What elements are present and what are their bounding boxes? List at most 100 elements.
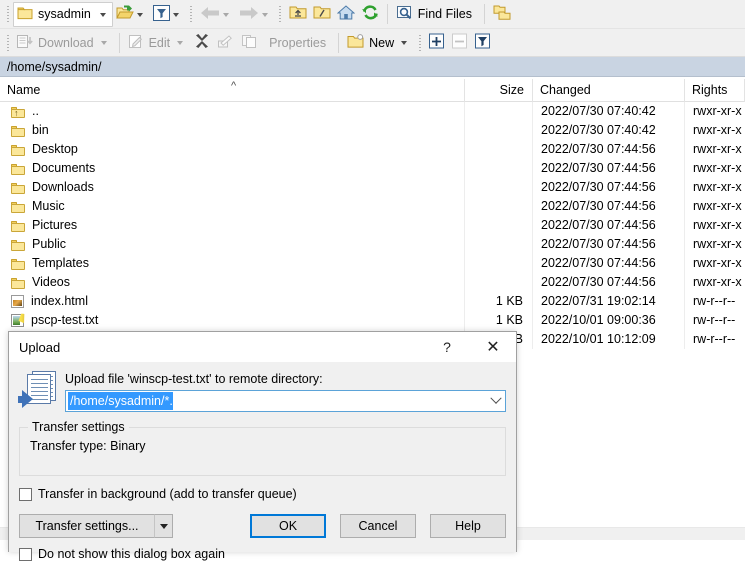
select-add-button[interactable]: [425, 31, 448, 54]
transfer-settings-split-button[interactable]: Transfer settings...: [19, 514, 173, 538]
folder-icon: [11, 258, 25, 270]
file-name-cell[interactable]: Desktop: [0, 140, 465, 159]
upload-prompt-label: Upload file 'winscp-test.txt' to remote …: [65, 372, 506, 386]
file-name-cell[interactable]: Pictures: [0, 216, 465, 235]
parent-directory-button[interactable]: [286, 3, 310, 26]
forward-button[interactable]: [236, 3, 275, 26]
folder-icon: [11, 239, 25, 251]
table-row[interactable]: Downloads2022/07/30 07:44:56rwxr-xr-x: [0, 178, 745, 197]
chevron-down-icon[interactable]: [486, 391, 505, 411]
chevron-down-icon[interactable]: [262, 13, 268, 17]
chevron-down-icon[interactable]: [100, 13, 106, 17]
file-name-cell[interactable]: Music: [0, 197, 465, 216]
file-name-cell[interactable]: Videos: [0, 273, 465, 292]
file-changed-cell: 2022/07/30 07:40:42: [533, 121, 685, 140]
table-row[interactable]: ↑..2022/07/30 07:40:42rwxr-xr-x: [0, 102, 745, 121]
filter-icon: [153, 5, 170, 24]
chevron-down-icon[interactable]: [154, 514, 173, 538]
chevron-down-icon[interactable]: [401, 41, 407, 45]
table-row[interactable]: pscp-test.txt1 KB2022/10/01 09:00:36rw-r…: [0, 311, 745, 330]
table-row[interactable]: Templates2022/07/30 07:44:56rwxr-xr-x: [0, 254, 745, 273]
transfer-background-row[interactable]: Transfer in background (add to transfer …: [19, 487, 506, 501]
filter-button[interactable]: [150, 3, 186, 26]
properties-button[interactable]: Properties: [262, 31, 333, 54]
toolbar-grip-3[interactable]: [277, 5, 284, 23]
cancel-button[interactable]: Cancel: [340, 514, 416, 538]
help-button[interactable]: Help: [430, 514, 506, 538]
search-icon: [396, 5, 414, 24]
toolbar-grip-2[interactable]: [188, 5, 195, 23]
back-arrow-icon: [200, 6, 220, 23]
help-icon[interactable]: ?: [424, 333, 470, 362]
dont-show-again-row[interactable]: Do not show this dialog box again: [19, 547, 506, 561]
remote-directory-combo[interactable]: /home/sysadmin/*.*: [65, 390, 506, 412]
file-changed-cell: 2022/07/30 07:44:56: [533, 178, 685, 197]
ok-button[interactable]: OK: [250, 514, 326, 538]
file-name-cell[interactable]: Documents: [0, 159, 465, 178]
file-rights-cell: rw-r--r--: [685, 330, 745, 349]
transfer-background-checkbox[interactable]: [19, 488, 32, 501]
open-directory-button[interactable]: [310, 3, 334, 26]
toolbar-grip-5[interactable]: [416, 34, 423, 52]
file-name-cell[interactable]: ↑..: [0, 102, 465, 121]
toolbar-grip[interactable]: [4, 5, 11, 23]
transfer-settings-button[interactable]: Transfer settings...: [19, 514, 154, 538]
table-row[interactable]: Desktop2022/07/30 07:44:56rwxr-xr-x: [0, 140, 745, 159]
column-header-size[interactable]: Size: [465, 79, 533, 102]
file-name-cell[interactable]: Public: [0, 235, 465, 254]
file-name-cell[interactable]: Downloads: [0, 178, 465, 197]
select-remove-button[interactable]: [448, 31, 471, 54]
file-size-cell: [465, 102, 533, 121]
select-mask-button[interactable]: [471, 31, 494, 54]
synchronize-browsing-button[interactable]: [490, 3, 514, 26]
refresh-button[interactable]: [358, 3, 382, 26]
table-row[interactable]: Documents2022/07/30 07:44:56rwxr-xr-x: [0, 159, 745, 178]
file-name-cell[interactable]: Templates: [0, 254, 465, 273]
delete-button[interactable]: [190, 31, 214, 54]
home-directory-button[interactable]: [334, 3, 358, 26]
close-icon[interactable]: ✕: [470, 333, 516, 362]
file-size-cell: [465, 235, 533, 254]
open-folder-icon: [116, 5, 134, 23]
column-header-name[interactable]: Name ^: [0, 79, 465, 102]
file-name-cell[interactable]: index.html: [0, 292, 465, 311]
table-row[interactable]: Pictures2022/07/30 07:44:56rwxr-xr-x: [0, 216, 745, 235]
transfer-settings-legend: Transfer settings: [28, 420, 129, 434]
rename-button[interactable]: [214, 31, 238, 54]
open-session-button[interactable]: [113, 3, 150, 26]
remote-directory-input[interactable]: /home/sysadmin/*.*: [68, 392, 173, 410]
file-name-cell[interactable]: bin: [0, 121, 465, 140]
find-files-button[interactable]: Find Files: [393, 3, 479, 26]
table-row[interactable]: Music2022/07/30 07:44:56rwxr-xr-x: [0, 197, 745, 216]
file-changed-cell: 2022/07/30 07:40:42: [533, 102, 685, 121]
toolbar-grip-4[interactable]: [4, 34, 11, 52]
transfer-background-label: Transfer in background (add to transfer …: [38, 487, 297, 501]
file-name-cell[interactable]: pscp-test.txt: [0, 311, 465, 330]
table-row[interactable]: bin2022/07/30 07:40:42rwxr-xr-x: [0, 121, 745, 140]
back-button[interactable]: [197, 3, 236, 26]
session-combo[interactable]: sysadmin: [13, 2, 113, 27]
table-row[interactable]: Public2022/07/30 07:44:56rwxr-xr-x: [0, 235, 745, 254]
folder-icon: [11, 220, 25, 232]
remote-path-bar[interactable]: /home/sysadmin/: [0, 57, 745, 77]
chevron-down-icon[interactable]: [223, 13, 229, 17]
duplicate-button[interactable]: [238, 31, 262, 54]
file-size-cell: [465, 273, 533, 292]
file-name-label: pscp-test.txt: [31, 311, 98, 330]
chevron-down-icon[interactable]: [173, 13, 179, 17]
edit-button[interactable]: Edit: [125, 31, 191, 54]
rename-icon: [217, 34, 235, 52]
chevron-down-icon[interactable]: [137, 13, 143, 17]
new-button[interactable]: New: [344, 31, 414, 54]
chevron-down-icon[interactable]: [101, 41, 107, 45]
column-header-rights[interactable]: Rights: [685, 79, 745, 102]
table-row[interactable]: index.html1 KB2022/07/31 19:02:14rw-r--r…: [0, 292, 745, 311]
column-header-changed[interactable]: Changed: [533, 79, 685, 102]
folder-icon: [11, 125, 25, 137]
dialog-title-bar[interactable]: Upload ? ✕: [9, 332, 516, 362]
file-name-label: bin: [32, 121, 49, 140]
dont-show-again-checkbox[interactable]: [19, 548, 32, 561]
table-row[interactable]: Videos2022/07/30 07:44:56rwxr-xr-x: [0, 273, 745, 292]
chevron-down-icon[interactable]: [177, 41, 183, 45]
download-button[interactable]: Download: [13, 31, 114, 54]
